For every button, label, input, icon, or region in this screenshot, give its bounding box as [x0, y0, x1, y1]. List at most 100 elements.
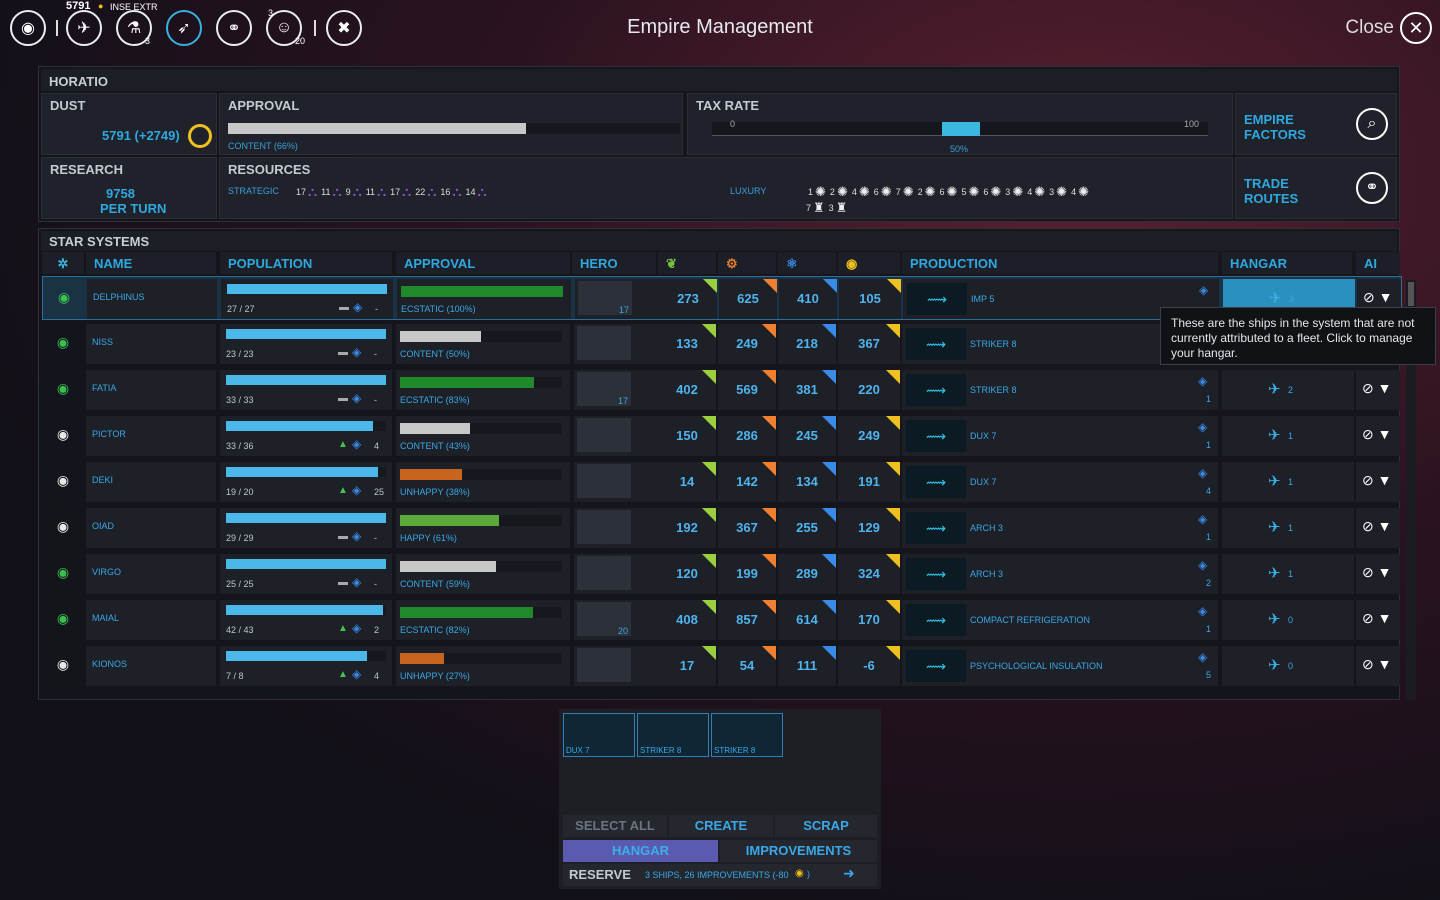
production-cell[interactable]: ⟿ PSYCHOLOGICAL INSULATION ◈ 5: [902, 646, 1218, 686]
resource-chip: 11 ⛬: [321, 184, 341, 200]
ai-toggle[interactable]: ⊘ ▼: [1356, 462, 1400, 502]
queue-icon[interactable]: ◈: [1198, 604, 1207, 618]
ai-toggle[interactable]: ⊘ ▼: [1356, 646, 1400, 686]
hero-cell[interactable]: 20: [574, 600, 658, 640]
ai-toggle[interactable]: ⊘ ▼: [1356, 600, 1400, 640]
tax-label: TAX RATE: [696, 98, 760, 113]
queue-icon[interactable]: ◈: [1198, 374, 1207, 388]
system-row[interactable]: ◉ OIAD 29 / 29 ▬ ◈ - HAPPY (61%) 192 367…: [42, 506, 1402, 550]
system-name[interactable]: VIRGO: [86, 554, 216, 594]
system-row[interactable]: ◉ MAIAL 42 / 43 ▲ ◈ 2 ECSTATIC (82%) 20 …: [42, 598, 1402, 642]
hero-cell[interactable]: [574, 508, 658, 548]
eye-icon[interactable]: ◉: [42, 600, 84, 640]
eye-icon[interactable]: ◉: [42, 370, 84, 410]
production-cell[interactable]: ⟿ DUX 7 ◈ 4: [902, 462, 1218, 502]
col-food-icon[interactable]: ❦: [658, 252, 716, 274]
system-name[interactable]: FATIA: [86, 370, 216, 410]
tax-slider[interactable]: [712, 122, 1208, 136]
growth-value: 4: [374, 441, 380, 451]
eye-icon[interactable]: ◉: [42, 324, 84, 364]
system-row[interactable]: ◉ PICTOR 33 / 36 ▲ ◈ 4 CONTENT (43%) 150…: [42, 414, 1402, 458]
close-icon[interactable]: ✕: [1400, 12, 1432, 44]
hangar-cell[interactable]: ✈ 1: [1222, 416, 1354, 456]
hero-cell[interactable]: 17: [575, 279, 659, 319]
system-name[interactable]: MAIAL: [86, 600, 216, 640]
system-name[interactable]: DELPHINUS: [87, 279, 217, 319]
ai-toggle[interactable]: ⊘ ▼: [1356, 508, 1400, 548]
queue-icon[interactable]: ◈: [1199, 283, 1208, 297]
production-cell[interactable]: ⟿ ARCH 3 ◈ 1: [902, 508, 1218, 548]
system-name[interactable]: OIAD: [86, 508, 216, 548]
hero-cell[interactable]: [574, 324, 658, 364]
queue-icon[interactable]: ◈: [1198, 420, 1207, 434]
eye-icon[interactable]: ◉: [42, 508, 84, 548]
ai-toggle[interactable]: ⊘ ▼: [1356, 416, 1400, 456]
handshake-icon: ⚭: [1356, 172, 1388, 204]
hero-cell[interactable]: [574, 416, 658, 456]
ship-slot[interactable]: STRIKER 8: [637, 713, 709, 757]
col-approval[interactable]: APPROVAL: [396, 252, 570, 274]
hangar-cell[interactable]: ✈ 0: [1222, 600, 1354, 640]
approval-status: UNHAPPY (38%): [400, 487, 470, 497]
production-cell[interactable]: ⟿ DUX 7 ◈ 1: [902, 416, 1218, 456]
col-production[interactable]: PRODUCTION: [902, 252, 1218, 274]
col-dust-icon[interactable]: ◉: [838, 252, 900, 274]
queue-icon[interactable]: ◈: [1198, 512, 1207, 526]
eye-icon[interactable]: ◉: [42, 646, 84, 686]
hangar-cell[interactable]: ✈ 1: [1222, 554, 1354, 594]
hangar-cell[interactable]: ✈ 2: [1222, 370, 1354, 410]
create-button[interactable]: CREATE: [669, 815, 773, 837]
system-row[interactable]: ◉ VIRGO 25 / 25 ▬ ◈ - CONTENT (59%) 120 …: [42, 552, 1402, 596]
col-ai[interactable]: AI: [1356, 252, 1400, 274]
tab-hangar[interactable]: HANGAR: [563, 840, 718, 862]
research-value: 9758: [106, 186, 135, 201]
scrollbar-thumb[interactable]: [1408, 282, 1414, 306]
system-name[interactable]: NISS: [86, 324, 216, 364]
hero-cell[interactable]: [574, 554, 658, 594]
eye-icon[interactable]: ◉: [42, 416, 84, 456]
hero-cell[interactable]: 17: [574, 370, 658, 410]
col-science-icon[interactable]: ⚛: [778, 252, 836, 274]
production-cell[interactable]: ⟿ ARCH 3 ◈ 2: [902, 554, 1218, 594]
hero-cell[interactable]: [574, 462, 658, 502]
system-row[interactable]: ◉ FATIA 33 / 33 ▬ ◈ - ECSTATIC (83%) 17 …: [42, 368, 1402, 412]
tab-improvements[interactable]: IMPROVEMENTS: [720, 840, 877, 862]
hero-cell[interactable]: [574, 646, 658, 686]
ship-slot[interactable]: DUX 7: [563, 713, 635, 757]
hero-portrait: [577, 510, 631, 544]
eye-icon[interactable]: ◉: [42, 554, 84, 594]
system-row[interactable]: ◉ DEKI 19 / 20 ▲ ◈ 25 UNHAPPY (38%) 1 4 1…: [42, 460, 1402, 504]
system-row[interactable]: ◉ KIONOS 7 / 8 ▲ ◈ 4 UNHAPPY (27%) 17 54…: [42, 644, 1402, 688]
system-name[interactable]: PICTOR: [86, 416, 216, 456]
col-name[interactable]: NAME: [86, 252, 216, 274]
tax-handle[interactable]: [942, 122, 980, 136]
queue-icon[interactable]: ◈: [1198, 650, 1207, 664]
production-cell[interactable]: ⟿ STRIKER 8 ◈ 1: [902, 370, 1218, 410]
system-name[interactable]: KIONOS: [86, 646, 216, 686]
ship-slot[interactable]: STRIKER 8: [711, 713, 783, 757]
sort-icon[interactable]: ✲: [42, 252, 84, 274]
eye-icon[interactable]: ◉: [42, 462, 84, 502]
ai-toggle[interactable]: ⊘ ▼: [1356, 370, 1400, 410]
col-industry-icon[interactable]: ⚙: [718, 252, 776, 274]
select-all-button[interactable]: SELECT ALL: [563, 815, 667, 837]
system-name[interactable]: DEKI: [86, 462, 216, 502]
trade-routes-button[interactable]: TRADE ROUTES ⚭: [1235, 157, 1397, 219]
col-hero[interactable]: HERO: [572, 252, 656, 274]
hangar-cell[interactable]: ✈ 1: [1222, 508, 1354, 548]
eye-icon[interactable]: ◉: [43, 279, 85, 319]
production-name: ARCH 3: [970, 569, 1004, 579]
queue-icon[interactable]: ◈: [1198, 558, 1207, 572]
empire-factors-button[interactable]: EMPIRE FACTORS ⌕: [1235, 93, 1397, 155]
production-cell[interactable]: ⟿ COMPACT REFRIGERATION ◈ 1: [902, 600, 1218, 640]
scrap-button[interactable]: SCRAP: [775, 815, 877, 837]
ai-toggle[interactable]: ⊘ ▼: [1356, 554, 1400, 594]
col-population[interactable]: POPULATION: [220, 252, 392, 274]
hangar-cell[interactable]: ✈ 1: [1222, 462, 1354, 502]
close-button[interactable]: Close ✕: [1345, 12, 1432, 44]
queue-icon[interactable]: ◈: [1198, 466, 1207, 480]
arrow-right-icon[interactable]: ➜: [843, 865, 855, 882]
hangar-cell[interactable]: ✈ 0: [1222, 646, 1354, 686]
population-icon: ◈: [353, 300, 363, 314]
col-hangar[interactable]: HANGAR: [1222, 252, 1352, 274]
